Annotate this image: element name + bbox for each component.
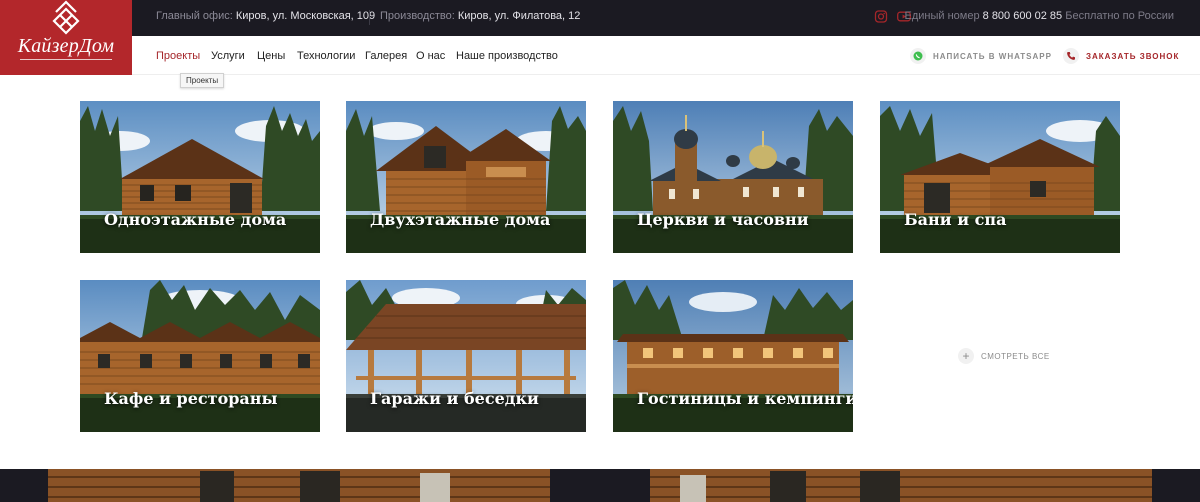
main-navigation: Проекты Услуги Цены Технологии Галерея О… (0, 36, 1200, 75)
log-bathhouse-image (880, 101, 1120, 253)
log-restaurant-image (80, 280, 320, 432)
two-story-log-house-image (346, 101, 586, 253)
category-card-churches[interactable]: Церкви и часовни (613, 101, 853, 253)
category-title: Гаражи и беседки (370, 389, 539, 408)
site-logo[interactable]: КайзерДом (0, 0, 132, 75)
production-address: Производство: Киров, ул. Филатова, 12 (380, 10, 580, 22)
logo-underline (20, 59, 112, 60)
category-title: Кафе и рестораны (104, 389, 278, 408)
nav-item-about[interactable]: О нас (416, 50, 445, 62)
address-separator (369, 10, 370, 25)
one-story-log-house-image (80, 101, 320, 253)
category-card-bathhouses[interactable]: Бани и спа (880, 101, 1120, 253)
phone-note: Бесплатно по России (1065, 10, 1174, 22)
phone-block: Единый номер 8 800 600 02 85 Бесплатно п… (905, 10, 1175, 22)
phone-number[interactable]: 8 800 600 02 85 (983, 10, 1063, 22)
category-card-garages[interactable]: Гаражи и беседки (346, 280, 586, 432)
see-all-label: СМОТРЕТЬ ВСЕ (981, 351, 1050, 361)
nav-item-services[interactable]: Услуги (211, 50, 245, 62)
request-call-button[interactable]: ЗАКАЗАТЬ ЗВОНОК (1063, 48, 1179, 64)
main-office-label: Главный офис: (156, 10, 233, 22)
top-info-bar: Главный офис: Киров, ул. Московская, 109… (0, 0, 1200, 36)
nav-tooltip: Проекты (180, 73, 225, 88)
category-card-two-story-houses[interactable]: Двухэтажные дома (346, 101, 586, 253)
plus-icon: + (958, 348, 974, 364)
whatsapp-label: НАПИСАТЬ В WHATSAPP (933, 51, 1052, 61)
nav-item-technologies[interactable]: Технологии (297, 50, 355, 62)
phone-label: Единый номер (904, 10, 980, 22)
instagram-icon[interactable] (874, 10, 888, 23)
diamond-lattice-logo-icon (52, 0, 80, 35)
gallery-strip-photos (48, 469, 1152, 502)
nav-item-gallery[interactable]: Галерея (365, 50, 407, 62)
production-label: Производство: (380, 10, 455, 22)
nav-item-projects[interactable]: Проекты (156, 50, 200, 62)
wooden-church-image (613, 101, 853, 253)
production-value: Киров, ул. Филатова, 12 (457, 10, 581, 22)
log-gazebo-image (346, 280, 586, 432)
category-card-cafes[interactable]: Кафе и рестораны (80, 280, 320, 432)
logo-wordmark: КайзерДом (17, 35, 115, 57)
phone-icon (1063, 48, 1079, 64)
main-office-value: Киров, ул. Московская, 109 (235, 10, 376, 22)
category-card-one-story-houses[interactable]: Одноэтажные дома (80, 101, 320, 253)
nav-item-prices[interactable]: Цены (257, 50, 285, 62)
log-hotel-image (613, 280, 853, 432)
see-all-link[interactable]: + СМОТРЕТЬ ВСЕ (958, 348, 1050, 364)
category-title: Одноэтажные дома (104, 210, 287, 229)
request-call-label: ЗАКАЗАТЬ ЗВОНОК (1086, 51, 1180, 61)
whatsapp-button[interactable]: НАПИСАТЬ В WHATSAPP (910, 48, 1052, 64)
category-title: Церкви и часовни (637, 210, 809, 229)
whatsapp-icon (910, 48, 926, 64)
gallery-strip (0, 469, 1200, 502)
category-title: Бани и спа (904, 210, 1007, 229)
main-office-address: Главный офис: Киров, ул. Московская, 109 (156, 10, 375, 22)
category-title: Двухэтажные дома (370, 210, 551, 229)
nav-item-production[interactable]: Наше производство (456, 50, 558, 62)
category-title: Гостиницы и кемпинги (637, 389, 853, 408)
category-card-hotels[interactable]: Гостиницы и кемпинги (613, 280, 853, 432)
